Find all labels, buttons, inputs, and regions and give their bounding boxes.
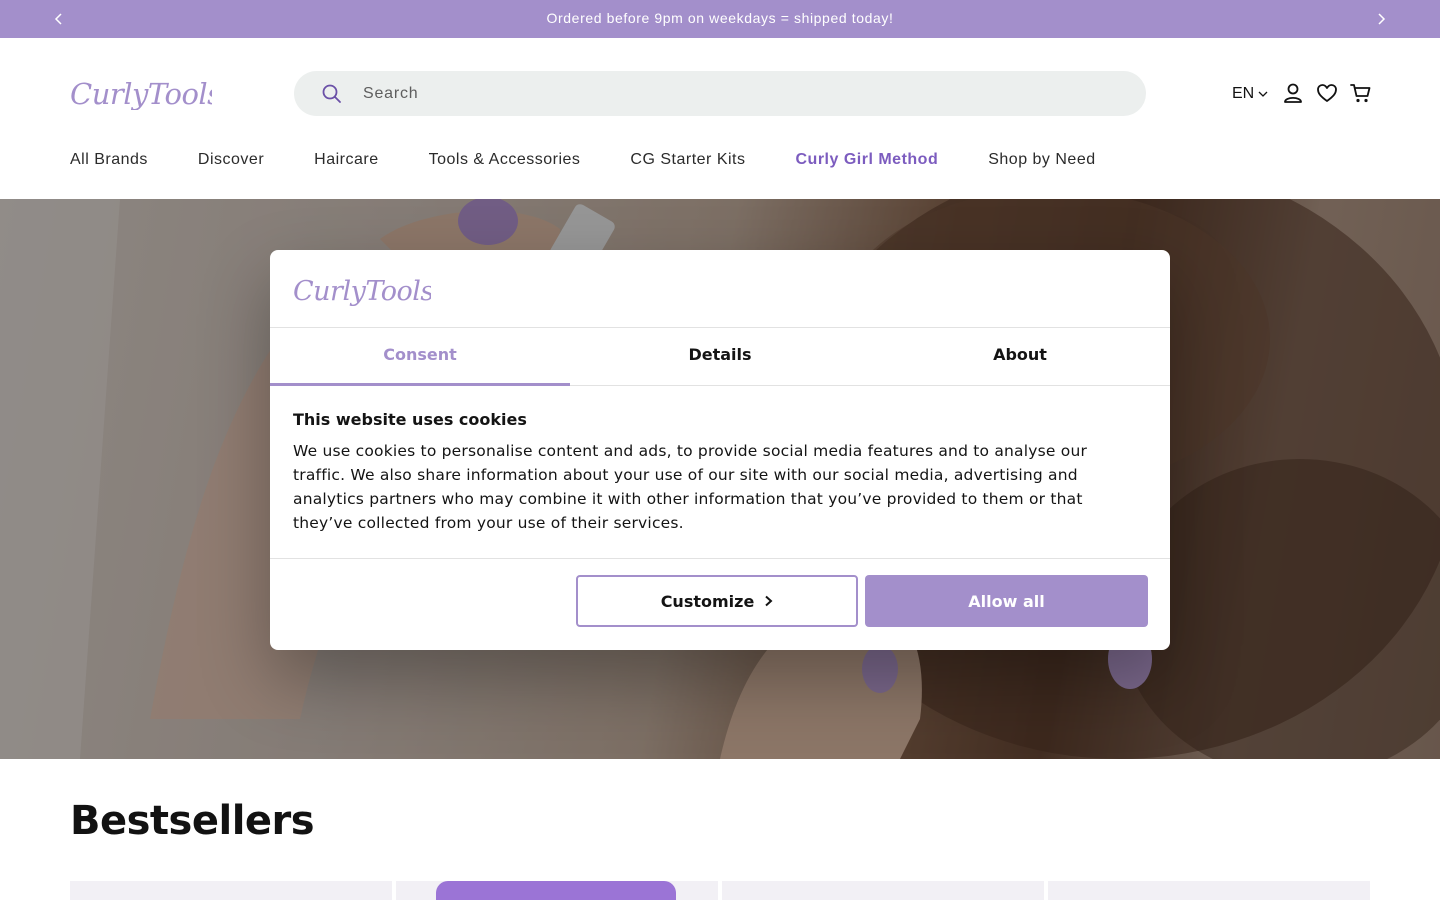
chevron-right-icon [765, 595, 773, 607]
dialog-logo: CurlyTools [293, 276, 431, 306]
nav-item-discover[interactable]: Discover [198, 150, 264, 172]
cart-icon[interactable] [1350, 82, 1372, 104]
heart-icon[interactable] [1316, 82, 1338, 104]
dialog-footer: Customize Allow all [270, 558, 1170, 650]
language-selector[interactable]: EN [1232, 83, 1268, 105]
search-icon[interactable] [321, 83, 343, 105]
dialog-body-text: We use cookies to personalise content an… [293, 442, 1088, 532]
announcement-bar: Ordered before 9pm on weekdays = shipped… [0, 0, 1440, 38]
search-input[interactable] [363, 71, 1103, 116]
chevron-right-icon [1378, 13, 1386, 25]
allow-all-button[interactable]: Allow all [865, 575, 1148, 627]
svg-text:CurlyTools: CurlyTools [70, 78, 212, 110]
announcement-text: Ordered before 9pm on weekdays = shipped… [546, 10, 894, 26]
product-grid [70, 881, 1370, 900]
nav-item-shop-by-need[interactable]: Shop by Need [988, 150, 1095, 172]
product-card[interactable] [70, 881, 392, 900]
dialog-tabs: Consent Details About [270, 327, 1170, 386]
nav-item-curly-girl-method[interactable]: Curly Girl Method [795, 150, 938, 172]
svg-text:CurlyTools: CurlyTools [293, 276, 431, 306]
chevron-down-icon [1258, 91, 1268, 97]
section-title: Bestsellers [70, 798, 315, 844]
main-nav: All Brands Discover Haircare Tools & Acc… [70, 150, 1146, 172]
tab-consent[interactable]: Consent [270, 328, 570, 386]
language-label: EN [1232, 85, 1255, 102]
cookie-consent-dialog: CurlyTools Consent Details About This we… [270, 250, 1170, 650]
customize-button[interactable]: Customize [576, 575, 858, 627]
nav-item-haircare[interactable]: Haircare [314, 150, 378, 172]
product-card[interactable] [1048, 881, 1370, 900]
site-logo[interactable]: CurlyTools [70, 78, 212, 110]
nav-item-all-brands[interactable]: All Brands [70, 150, 148, 172]
nav-item-cg-starter-kits[interactable]: CG Starter Kits [630, 150, 745, 172]
product-image [436, 881, 676, 900]
product-card[interactable] [722, 881, 1044, 900]
customize-label: Customize [660, 591, 755, 611]
dialog-title: This website uses cookies [293, 410, 527, 429]
tab-about[interactable]: About [870, 328, 1170, 385]
site-header: CurlyTools EN All Brands Discover Hairca… [0, 38, 1440, 199]
search-bar[interactable] [294, 71, 1146, 116]
tab-details[interactable]: Details [570, 328, 870, 385]
nav-item-tools-accessories[interactable]: Tools & Accessories [429, 150, 581, 172]
account-icon[interactable] [1282, 82, 1304, 104]
announcement-next-button[interactable] [1369, 7, 1393, 31]
product-card[interactable] [396, 881, 718, 900]
